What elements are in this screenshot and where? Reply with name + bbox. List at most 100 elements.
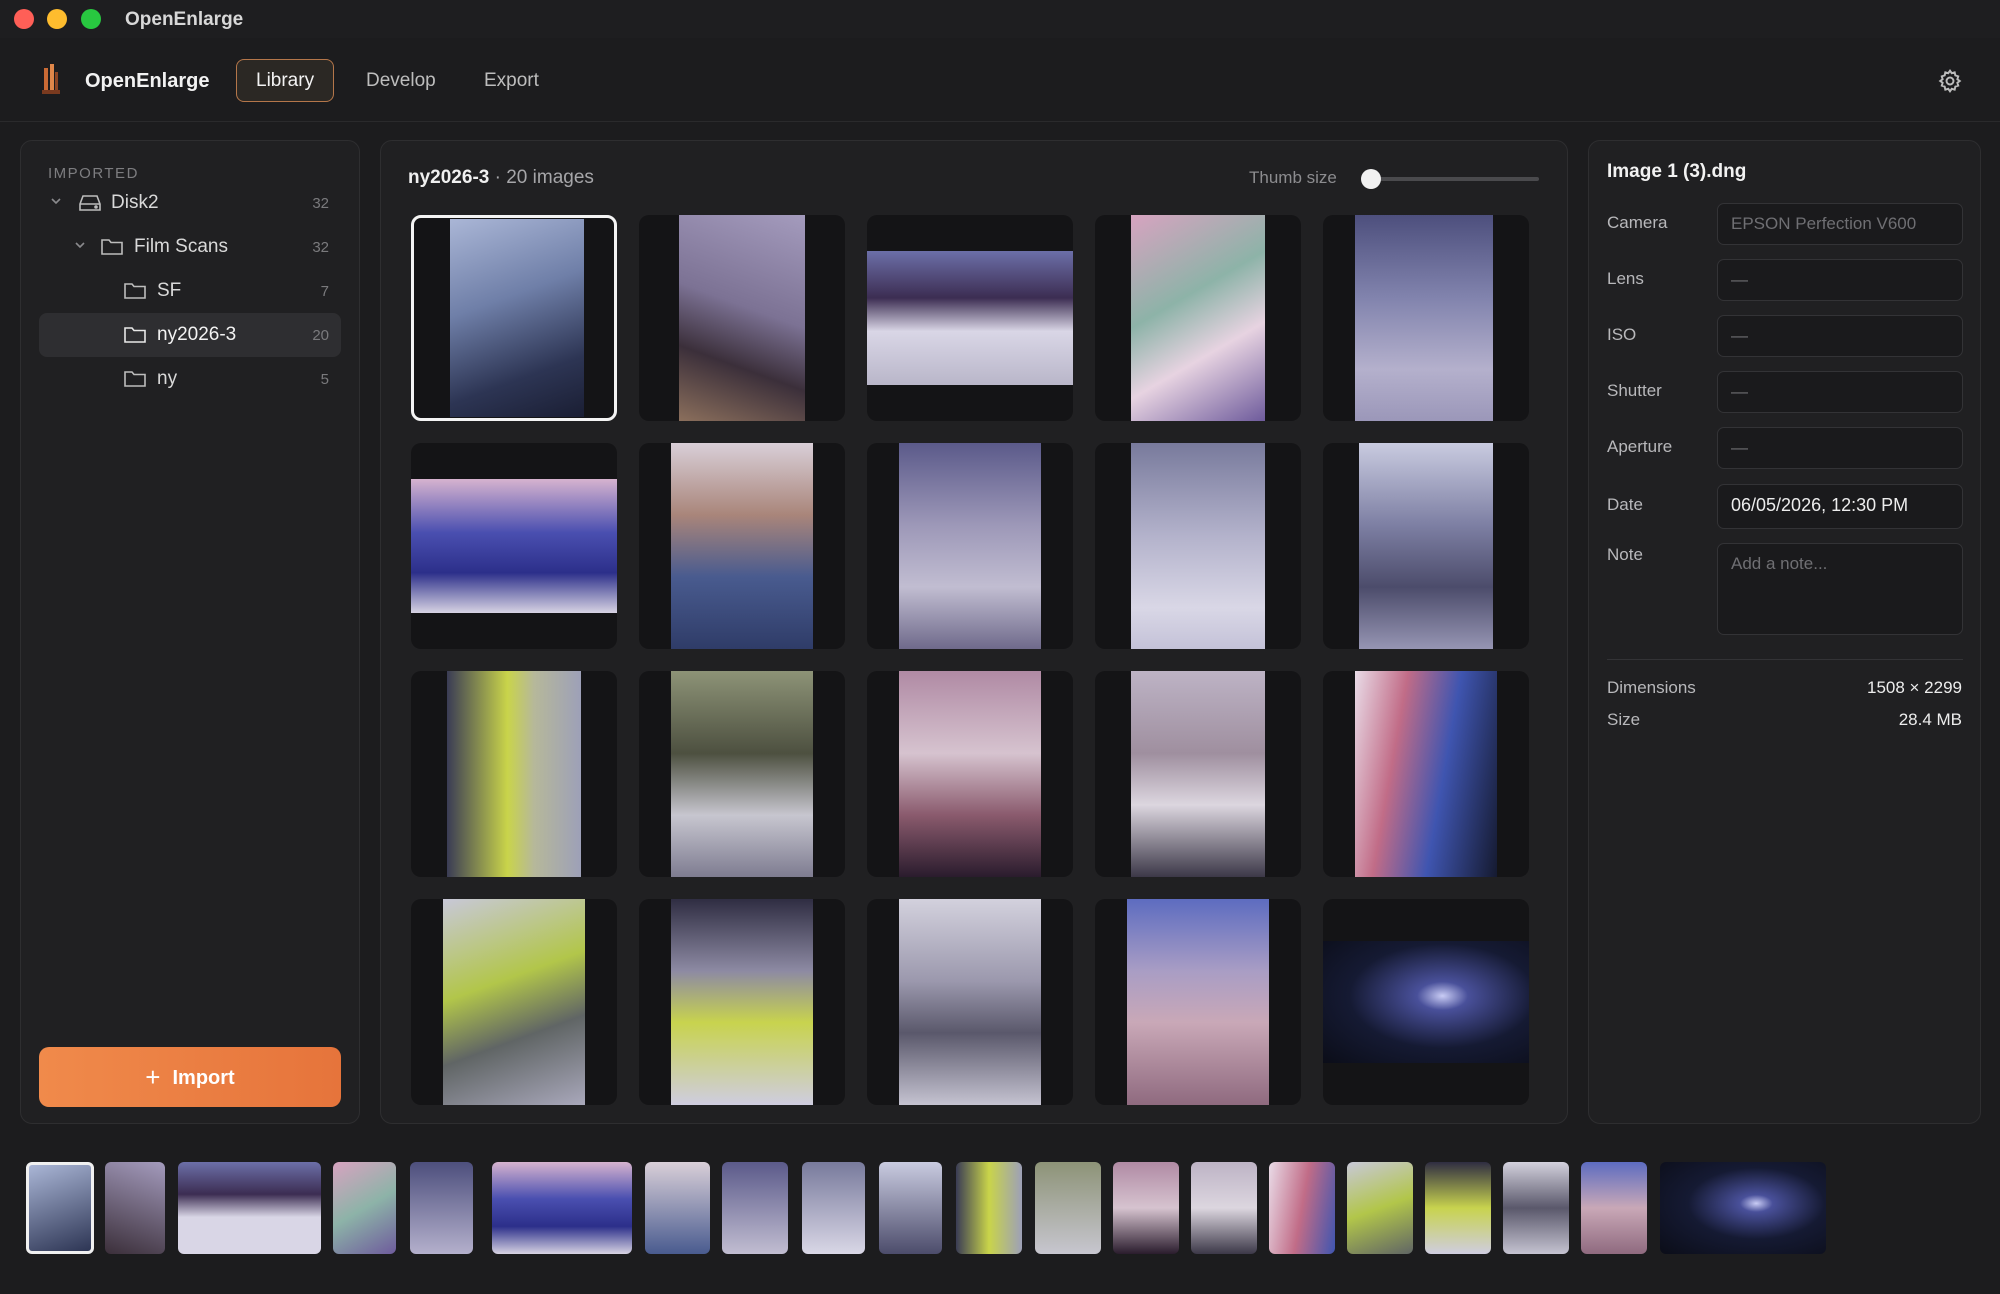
image-thumbnail[interactable] (639, 671, 845, 877)
gear-icon[interactable] (1937, 68, 1963, 94)
tab-library[interactable]: Library (236, 59, 335, 102)
filmstrip-thumbnail[interactable] (1347, 1162, 1413, 1254)
date-label: Date (1607, 495, 1643, 514)
aperture-field[interactable]: — (1717, 427, 1963, 469)
filmstrip-thumbnail[interactable] (1191, 1162, 1257, 1254)
filmstrip-thumbnail[interactable] (410, 1162, 473, 1254)
filmstrip-thumbnail[interactable] (1425, 1162, 1491, 1254)
filmstrip-thumbnail[interactable] (178, 1162, 321, 1254)
note-label: Note (1607, 545, 1643, 564)
thumb-size-slider[interactable] (1369, 177, 1539, 181)
filmstrip-thumbnail[interactable] (492, 1162, 632, 1254)
filmstrip-thumbnail[interactable] (956, 1162, 1022, 1254)
thumb-size-slider-knob[interactable] (1361, 169, 1381, 189)
plus-icon: + (145, 1062, 161, 1092)
filmstrip-thumbnail[interactable] (26, 1162, 94, 1254)
filmstrip-thumbnail[interactable] (1269, 1162, 1335, 1254)
folder-icon (124, 283, 146, 299)
filmstrip-thumbnail[interactable] (645, 1162, 710, 1254)
image-thumbnail[interactable] (1095, 671, 1301, 877)
filmstrip-thumbnail[interactable] (802, 1162, 865, 1254)
iso-label: ISO (1607, 325, 1637, 344)
image-thumbnail[interactable] (867, 215, 1073, 421)
shutter-label: Shutter (1607, 381, 1662, 400)
inspector-divider (1607, 659, 1963, 660)
folder-icon (124, 371, 146, 387)
image-thumbnail[interactable] (411, 899, 617, 1105)
image-thumbnail[interactable] (867, 443, 1073, 649)
gallery-folder-name: ny2026-3 (408, 167, 490, 188)
filmstrip-thumbnail[interactable] (105, 1162, 165, 1254)
image-thumbnail[interactable] (867, 899, 1073, 1105)
iso-field[interactable]: — (1717, 315, 1963, 357)
dimensions-value: 1508 × 2299 (1866, 678, 1962, 697)
tab-export[interactable]: Export (464, 59, 559, 102)
filmstrip-thumbnail[interactable] (722, 1162, 788, 1254)
image-thumbnail[interactable] (1323, 215, 1529, 421)
sidebar-item-film-scans[interactable]: Film Scans 32 (39, 225, 341, 269)
gallery-panel: ny2026-3 · 20 images Thumb size (380, 140, 1568, 1124)
filmstrip-thumbnail[interactable] (1035, 1162, 1101, 1254)
app-logo-icon (42, 64, 60, 94)
image-thumbnail[interactable] (1323, 671, 1529, 877)
aperture-label: Aperture (1607, 437, 1673, 456)
filmstrip-thumbnail[interactable] (1113, 1162, 1179, 1254)
gallery-header: ny2026-3 · 20 images (408, 167, 594, 189)
image-thumbnail[interactable] (1323, 899, 1529, 1105)
filmstrip-thumbnail[interactable] (1581, 1162, 1647, 1254)
filmstrip-thumbnail[interactable] (1660, 1162, 1826, 1254)
image-thumbnail[interactable] (639, 899, 845, 1105)
sidebar-item-count: 7 (320, 283, 329, 300)
inspector-filename: Image 1 (3).dng (1607, 161, 1747, 182)
thumb-size-label: Thumb size (1249, 168, 1337, 187)
sidebar-item-count: 32 (312, 239, 329, 256)
sidebar-item-count: 32 (312, 195, 329, 212)
camera-field[interactable]: EPSON Perfection V600 (1717, 203, 1963, 245)
app-toolbar: OpenEnlarge Library Develop Export (0, 38, 2000, 122)
image-thumbnail[interactable] (639, 215, 845, 421)
image-thumbnail[interactable] (1095, 899, 1301, 1105)
sidebar-item-label: Film Scans (134, 236, 228, 257)
import-button[interactable]: + Import (39, 1047, 341, 1107)
image-thumbnail[interactable] (411, 443, 617, 649)
note-textarea[interactable]: Add a note... (1717, 543, 1963, 635)
window-title: OpenEnlarge (125, 9, 244, 30)
filmstrip-thumbnail[interactable] (879, 1162, 942, 1254)
lens-label: Lens (1607, 269, 1644, 288)
drive-icon (79, 195, 101, 211)
sidebar-item-disk2[interactable]: Disk2 32 (39, 181, 341, 225)
image-thumbnail[interactable] (1095, 443, 1301, 649)
window-zoom-button[interactable] (81, 9, 101, 29)
filmstrip-thumbnail[interactable] (333, 1162, 396, 1254)
chevron-down-icon[interactable] (73, 238, 87, 252)
sidebar-item-ny[interactable]: ny 5 (39, 357, 341, 401)
folder-icon (101, 239, 123, 255)
window-close-button[interactable] (14, 9, 34, 29)
folder-icon (124, 327, 146, 343)
size-label: Size (1607, 710, 1641, 729)
date-field[interactable]: 06/05/2026, 12:30 PM (1717, 484, 1963, 529)
tab-develop[interactable]: Develop (346, 59, 456, 102)
sidebar-item-sf[interactable]: SF 7 (39, 269, 341, 313)
sidebar-item-count: 20 (312, 327, 329, 344)
app-brand: OpenEnlarge (85, 70, 210, 92)
image-thumbnail[interactable] (639, 443, 845, 649)
imported-section-label: IMPORTED (48, 165, 139, 182)
chevron-down-icon[interactable] (49, 194, 63, 208)
image-thumbnail[interactable] (867, 671, 1073, 877)
filmstrip (0, 1140, 2000, 1294)
shutter-field[interactable]: — (1717, 371, 1963, 413)
lens-field[interactable]: — (1717, 259, 1963, 301)
sidebar-item-ny2026-3[interactable]: ny2026-3 20 (39, 313, 341, 357)
sidebar-item-label: Disk2 (111, 192, 159, 213)
window-minimize-button[interactable] (47, 9, 67, 29)
image-thumbnail[interactable] (411, 215, 617, 421)
image-thumbnail[interactable] (1095, 215, 1301, 421)
inspector-panel: Image 1 (3).dng Camera EPSON Perfection … (1588, 140, 1981, 1124)
image-thumbnail[interactable] (1323, 443, 1529, 649)
image-thumbnail[interactable] (411, 671, 617, 877)
size-value: 28.4 MB (1898, 710, 1962, 729)
sidebar-item-label: ny (157, 368, 178, 389)
filmstrip-thumbnail[interactable] (1503, 1162, 1569, 1254)
sidebar-item-count: 5 (320, 371, 329, 388)
